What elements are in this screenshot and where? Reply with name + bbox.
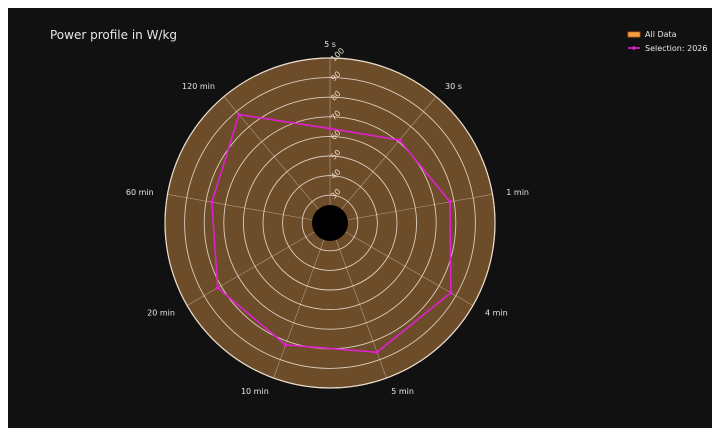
category-label: 20 min — [147, 309, 175, 318]
series-point — [328, 126, 332, 131]
category-label: 1 min — [506, 188, 529, 197]
chart-frame: Power profile in W/kg 30 40 50 60 70 80 90 100 … — [8, 8, 712, 428]
category-label: 30 s — [445, 82, 462, 91]
series-point — [449, 290, 453, 295]
series-point — [237, 112, 241, 117]
category-label: 5 s — [324, 40, 336, 49]
series-point — [375, 350, 379, 355]
category-label: 4 min — [485, 309, 508, 318]
series-point — [283, 343, 288, 347]
series-point — [215, 286, 220, 290]
polar-hole — [312, 205, 348, 241]
category-label: 60 min — [126, 188, 154, 197]
legend-marker-selection — [632, 46, 636, 50]
legend-swatch-all-data[interactable] — [627, 31, 641, 38]
series-point — [448, 200, 452, 204]
legend-label-selection[interactable]: Selection: 2026 — [645, 44, 707, 53]
radar-chart: 30405060708090100 5 s30 s1 min4 min5 min… — [126, 30, 708, 396]
category-label: 5 min — [391, 387, 414, 396]
category-label: 120 min — [182, 82, 215, 91]
category-label: 10 min — [241, 387, 269, 396]
series-point — [397, 138, 402, 142]
series-point — [210, 200, 214, 204]
legend-label-all-data[interactable]: All Data — [645, 30, 677, 39]
